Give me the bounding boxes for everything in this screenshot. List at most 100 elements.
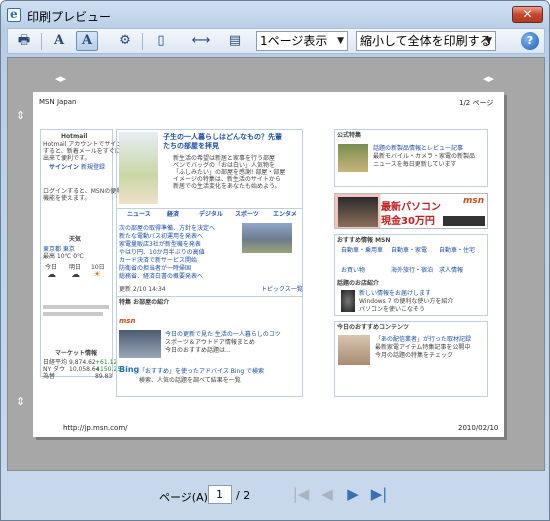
text-size-small-icon: A <box>53 33 65 48</box>
last-page-button[interactable]: ▶| <box>369 485 389 503</box>
feature-line: 今日のおすすめ話題は... <box>165 347 231 354</box>
scale-select[interactable]: 縮小して全体を印刷する ▼ <box>356 31 496 51</box>
page-header-left: MSN Japan <box>39 98 77 106</box>
view-mode-value: 1ページ表示 <box>260 34 328 48</box>
feature-line: スポーツ＆アウトドア情報まとめ <box>165 339 255 346</box>
left-column: Hotmail Hotmail アカウントでサインイン すると、新着メールをすぐ… <box>40 129 134 380</box>
bing-logo: Bing <box>119 365 140 374</box>
window-title: 印刷プレビュー <box>27 10 112 24</box>
right-section-box: おすすめ情報 MSN 自動車・乗用車 自動車・家電 自動車・住宅 お買い物 海外… <box>334 234 488 316</box>
header-footer-toggle-button[interactable]: ▯ <box>150 31 172 51</box>
page-label: ページ(A) <box>159 491 208 504</box>
page-header-right: 1/2 ページ <box>459 99 494 107</box>
tab-sports[interactable]: スポーツ <box>235 211 259 218</box>
last-page-icon: ▶| <box>370 485 388 503</box>
feature-title: 特集 お部屋の紹介 <box>119 299 170 306</box>
recommend-line: 最新家電アイテム特集記事を公開中 <box>375 344 471 351</box>
bottom-margin-handle[interactable]: ⇕ <box>16 396 25 407</box>
signin-link[interactable]: サインイン <box>49 164 79 171</box>
promo-line[interactable]: 新しい情報をお届けします <box>359 290 431 297</box>
news-item[interactable]: 防衛省の担当者が一時帰国 <box>119 265 191 272</box>
section-link[interactable]: 自動車・家電 <box>391 247 427 254</box>
ad-cta-button <box>443 216 485 226</box>
ad-banner[interactable]: 最新パソコン 現金30万円 msn <box>334 193 488 229</box>
ie-app-icon <box>7 7 21 22</box>
recommend-line[interactable]: 「あの配信業者」が行った取材記録 <box>375 336 471 343</box>
page-navigation: ページ(A) 1 / 2 |◀ ◀ ▶ ▶| <box>1 473 549 520</box>
next-page-button[interactable]: ▶ <box>343 485 363 503</box>
left-margin-handle[interactable]: ◂▸ <box>55 73 66 84</box>
recommend-title: 今日のおすすめコンテンツ <box>337 324 410 331</box>
news-item[interactable]: やはり円、10か月半ぶりの高値 <box>119 249 205 256</box>
ad-photo <box>338 197 378 227</box>
tab-digital[interactable]: デジタル <box>199 211 223 218</box>
weather-city: 東京都 東京 <box>43 246 75 253</box>
cloud-icon: ☁ <box>47 270 56 280</box>
feature-photo <box>119 330 161 358</box>
total-pages: / 2 <box>236 489 251 502</box>
page-number-input[interactable]: 1 <box>208 485 232 504</box>
portrait-button[interactable]: A <box>48 31 70 51</box>
section-link[interactable]: 自動車・乗用車 <box>341 247 383 254</box>
divider <box>117 208 302 209</box>
close-button[interactable]: ✕ <box>512 6 543 23</box>
more-topics-link[interactable]: トピックス一覧 <box>261 286 303 293</box>
toolbar: 🖶 A A ⚙ ▯ ⟷ ▤ 1ページ表示 ▼ 縮小して全体を印刷する ▼ ? <box>7 28 545 54</box>
gear-icon: ⚙ <box>119 33 131 48</box>
headline-line-2[interactable]: たちの部屋を拝見 <box>163 143 219 150</box>
title-bar: 印刷プレビュー ✕ <box>1 1 549 29</box>
right-margin-handle[interactable]: ◂▸ <box>483 73 494 84</box>
news-item[interactable]: 次の部屋の取得準備、方針を決定へ <box>119 225 215 232</box>
promo-line: Windows 7 の便利な使い方を紹介 <box>359 298 454 305</box>
bing-link[interactable]: 「おすすめ」を使ったアドバイス Bing で検索 <box>139 368 264 375</box>
news-item[interactable]: カード決済で新サービス開始 <box>119 257 197 264</box>
promo-line: パソコンを使いこなそう <box>359 306 426 313</box>
tab-news[interactable]: ニュース <box>127 211 151 218</box>
official-line: ニュースを毎日更新しています <box>373 161 457 168</box>
help-button[interactable]: ? <box>521 32 539 50</box>
promo-title: 話題のお店紹介 <box>337 280 380 287</box>
news-item[interactable]: 総務省、経済白書の概要発表へ <box>119 273 203 280</box>
page-setup-button[interactable]: ⚙ <box>114 31 136 51</box>
section-link[interactable]: お買い物 <box>341 267 365 274</box>
feature-link[interactable]: 今日の更新で見た 生活の一人暮らしのコツ <box>165 331 281 338</box>
print-button[interactable]: 🖶 <box>13 31 35 51</box>
view-mode-select[interactable]: 1ページ表示 ▼ <box>256 31 348 51</box>
market-name: NY ダウ <box>43 366 66 373</box>
page-footer-right: 2010/02/10 <box>458 424 499 432</box>
section-link[interactable]: 求人情報 <box>439 267 463 274</box>
market-name: 日経平均 <box>43 359 68 366</box>
chevron-down-icon: ▼ <box>485 36 492 46</box>
preview-area: ◂▸ ◂▸ ⇕ ⇕ MSN Japan 1/2 ページ Hotmail Hotm… <box>7 57 545 471</box>
hotmail-title: Hotmail <box>61 133 88 140</box>
tab-economy[interactable]: 経済 <box>167 211 179 218</box>
sun-icon: ☀ <box>93 270 102 280</box>
section-link[interactable]: 海外旅行・宿泊 <box>391 267 433 274</box>
top-margin-handle[interactable]: ⇕ <box>16 110 25 121</box>
tab-entertainment[interactable]: エンタメ <box>273 211 297 218</box>
official-line[interactable]: 話題の新製品情報とレビュー記事 <box>373 145 463 152</box>
section-link[interactable]: 自動車・住宅 <box>439 247 475 254</box>
news-item[interactable]: 新たな電動バス初運用を発表へ <box>119 233 203 240</box>
market-change: 89.83 <box>95 373 113 380</box>
register-link[interactable]: 新規登録 <box>81 164 105 171</box>
previous-page-button[interactable]: ◀ <box>317 485 337 503</box>
lede-line: 「ふしみたい」の部屋を感謝! 部屋・部屋 <box>173 169 286 176</box>
full-page-button[interactable]: ▤ <box>224 31 246 51</box>
arrow-right-icon: ▶ <box>347 485 359 503</box>
divider <box>117 296 302 297</box>
msn-logo: msn <box>119 317 136 325</box>
news-item[interactable]: 家電量販店3社が新型機を発表 <box>119 241 201 248</box>
weather-title: 天気 <box>69 236 82 243</box>
headline-line-1[interactable]: 子生の一人暮らしはどんなもの？先輩 <box>163 134 282 141</box>
right-top-box: 公式特集 話題の新製品情報とレビュー記事 最新モバイル・カメラ・家電の新製品 ニ… <box>334 129 488 187</box>
arrow-left-icon: ◀ <box>321 485 333 503</box>
lede-line: 新生活の希望は新居と家事を行う部屋 <box>173 155 276 162</box>
divider <box>43 305 109 309</box>
right-bottom-box: 今日のおすすめコンテンツ 「あの配信業者」が行った取材記録 最新家電アイテム特集… <box>334 321 488 397</box>
first-page-button[interactable]: |◀ <box>291 485 311 503</box>
recommend-line: 今月の話題の特集をチェック <box>375 352 454 359</box>
landscape-button[interactable]: A <box>76 31 98 51</box>
chevron-down-icon: ▼ <box>337 36 344 46</box>
full-width-button[interactable]: ⟷ <box>190 31 212 51</box>
